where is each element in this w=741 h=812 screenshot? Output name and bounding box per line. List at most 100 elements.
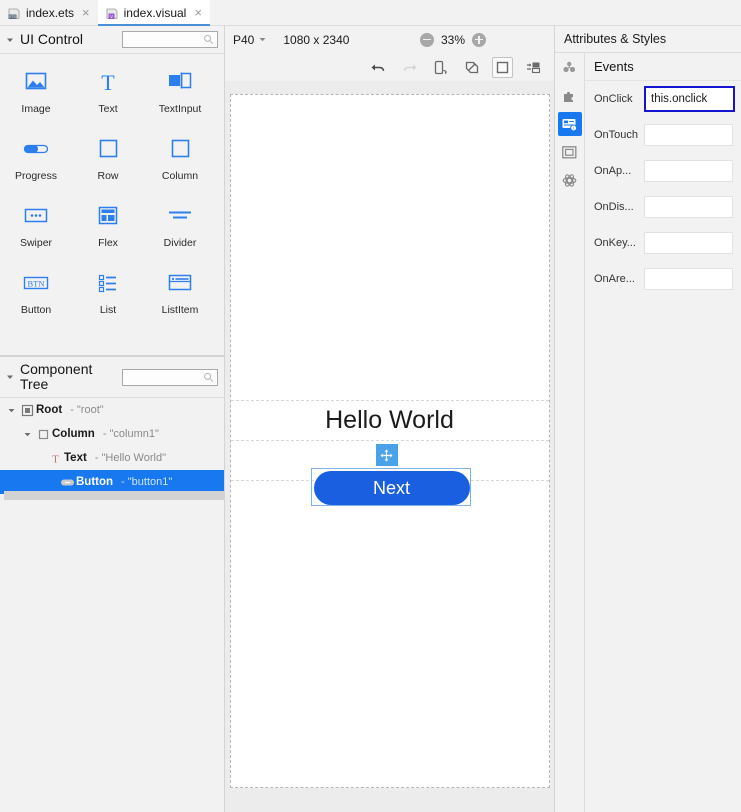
tab-index-ets[interactable]: ETS index.ets × (0, 0, 98, 25)
svg-text:i: i (573, 125, 574, 130)
device-preview-frame[interactable]: Hello World Next (229, 94, 550, 788)
ui-control-header: UI Control (0, 26, 224, 54)
progress-icon (21, 135, 51, 163)
palette-item-listitem[interactable]: ListItem (144, 263, 216, 330)
canvas-resolution: 1080 x 2340 (283, 32, 350, 47)
chevron-down-icon[interactable] (4, 34, 16, 46)
event-label: OnDis... (594, 201, 634, 213)
device-selector[interactable]: P40 (233, 33, 267, 47)
palette-label: Progress (14, 170, 57, 182)
zoom-level-label: 33% (440, 32, 465, 47)
tree-node-label: Text (64, 452, 87, 464)
tab-index-visual[interactable]: V index.visual × (97, 0, 211, 26)
palette-item-image[interactable]: Image (0, 62, 72, 129)
events-icon[interactable]: i (557, 112, 582, 136)
next-button[interactable]: Next (313, 471, 470, 505)
event-label: OnAp... (594, 165, 632, 177)
tree-node-root[interactable]: Root - "root" (0, 398, 224, 422)
resize-icon[interactable] (461, 57, 482, 78)
tree-node-label: Button (76, 476, 114, 488)
component-tree-search-input[interactable] (122, 368, 218, 386)
tree-node-column[interactable]: Column - "column1" (0, 422, 224, 446)
swiper-icon (21, 202, 51, 230)
chevron-down-icon[interactable] (20, 430, 34, 439)
button-selection-box[interactable]: Next (310, 468, 471, 506)
text-node-icon: T (46, 452, 64, 465)
left-panel: UI Control Image T Text TextInput Progre… (0, 26, 225, 812)
tree-node-label: Column (52, 428, 95, 440)
puzzle-icon[interactable] (558, 84, 582, 108)
canvas-panel: P40 1080 x 2340 33% Hello World Next (225, 26, 555, 812)
zoom-controls: 33% (419, 32, 486, 47)
hello-world-text[interactable]: Hello World (231, 400, 549, 440)
component-tree-title: Component Tree (20, 360, 93, 392)
attributes-title: Attributes & Styles (555, 26, 741, 53)
editor-body: UI Control Image T Text TextInput Progre… (0, 26, 741, 812)
chevron-down-icon[interactable] (4, 406, 18, 415)
button-icon: BTN (20, 269, 52, 297)
canvas-viewport[interactable]: Hello World Next (225, 81, 554, 812)
palette-label: Button (20, 304, 52, 316)
layout-box-icon[interactable] (558, 140, 582, 164)
svg-text:T: T (52, 453, 59, 465)
visual-file-icon: V (105, 6, 119, 20)
frame-icon[interactable] (492, 56, 513, 78)
palette-item-textinput[interactable]: TextInput (144, 62, 216, 129)
plus-circle-icon[interactable] (472, 32, 486, 47)
event-row-onarea: OnAre... (585, 261, 741, 297)
event-row-onappear: OnAp... (585, 153, 741, 189)
tree-node-value: - "Hello World" (94, 452, 166, 464)
ondisappear-input[interactable] (644, 196, 733, 218)
column-container[interactable]: Hello World Next (231, 400, 549, 506)
chevron-down-icon (259, 38, 266, 42)
event-row-ondisappear: OnDis... (585, 189, 741, 225)
undo-icon[interactable] (368, 57, 389, 78)
tab-close-icon[interactable]: × (194, 6, 202, 19)
layout-icon[interactable] (523, 57, 544, 78)
svg-text:V: V (110, 14, 113, 19)
ets-file-icon: ETS (7, 6, 21, 20)
tab-label: index.visual (123, 5, 187, 20)
chevron-down-icon[interactable] (4, 371, 16, 383)
palette-item-text[interactable]: T Text (72, 62, 144, 129)
event-label: OnAre... (594, 273, 635, 285)
onappear-input[interactable] (644, 160, 733, 182)
onarea-input[interactable] (644, 268, 733, 290)
listitem-icon (165, 269, 195, 297)
palette-item-row[interactable]: Row (72, 129, 144, 196)
events-section: Events OnClick this.onclick OnTouch OnAp… (585, 53, 741, 812)
tree-node-value: - "column1" (102, 428, 159, 440)
move-handle-icon[interactable] (375, 444, 398, 466)
onkey-input[interactable] (644, 232, 733, 254)
ui-control-palette: Image T Text TextInput Progress Row Colu… (0, 54, 224, 356)
palette-label: ListItem (161, 304, 199, 316)
event-row-onkey: OnKey... (585, 225, 741, 261)
minus-circle-icon[interactable] (419, 32, 434, 47)
onclick-input[interactable]: this.onclick (644, 86, 735, 112)
ui-control-search-input[interactable] (122, 31, 218, 48)
tree-horizontal-scrollbar[interactable] (4, 491, 224, 500)
ontouch-input[interactable] (644, 124, 733, 146)
attributes-body: i Events OnClick this.onclick OnTouch On… (555, 53, 741, 812)
palette-item-button[interactable]: BTN Button (0, 263, 72, 330)
palette-item-divider[interactable]: Divider (144, 196, 216, 263)
palette-label: Row (97, 170, 119, 182)
palette-item-column[interactable]: Column (144, 129, 216, 196)
palette-item-flex[interactable]: Flex (72, 196, 144, 263)
button-node-icon (58, 476, 76, 489)
textinput-icon (165, 68, 195, 96)
tree-node-text[interactable]: T Text - "Hello World" (0, 446, 224, 470)
palette-item-progress[interactable]: Progress (0, 129, 72, 196)
redo-icon (399, 57, 420, 78)
rotate-device-icon[interactable] (430, 57, 451, 78)
tab-close-icon[interactable]: × (82, 6, 90, 19)
structure-icon[interactable] (558, 56, 582, 80)
attributes-panel: Attributes & Styles i Events OnClick thi… (555, 26, 741, 812)
atom-icon[interactable] (558, 168, 582, 192)
column-icon (166, 135, 194, 163)
palette-row: BTN Button List ListItem (0, 263, 224, 330)
palette-item-list[interactable]: List (72, 263, 144, 330)
palette-row: Image T Text TextInput (0, 62, 224, 129)
palette-item-swiper[interactable]: Swiper (0, 196, 72, 263)
palette-label: Text (98, 103, 118, 115)
